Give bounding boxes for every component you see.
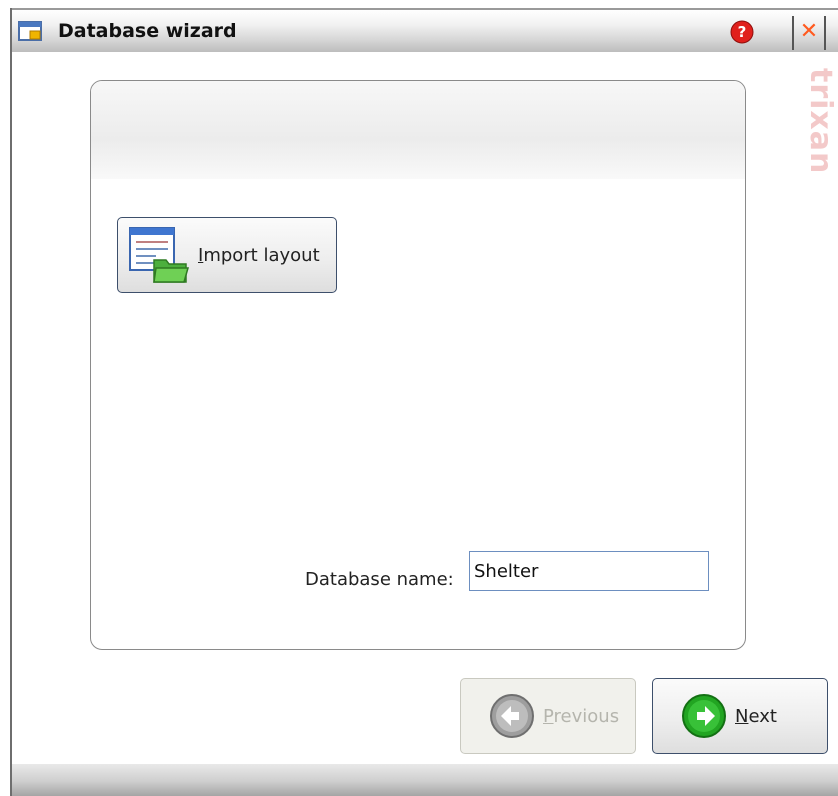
- title-separator: [824, 16, 826, 50]
- help-icon[interactable]: ?: [730, 20, 754, 44]
- database-name-label: Database name:: [305, 569, 454, 590]
- back-arrow-icon: [490, 694, 534, 738]
- previous-label: Previous: [543, 705, 620, 727]
- status-bar: [12, 764, 838, 796]
- database-name-input[interactable]: [469, 551, 709, 591]
- svg-text:?: ?: [738, 23, 747, 41]
- watermark-text: trixan: [803, 68, 838, 175]
- title-bar[interactable]: Database wizard ? ✕: [12, 8, 838, 52]
- next-label: Next: [735, 705, 777, 727]
- import-layout-icon: [129, 227, 189, 283]
- next-button[interactable]: Next: [652, 678, 828, 754]
- window-title: Database wizard: [58, 20, 237, 42]
- wizard-panel: Import layout Database name:: [90, 80, 746, 650]
- panel-header: [91, 81, 745, 179]
- forward-arrow-icon: [682, 694, 726, 738]
- database-window-icon: [18, 21, 42, 41]
- database-wizard-window: Database wizard ? ✕ trixan Import layout: [10, 8, 838, 796]
- previous-button[interactable]: Previous: [460, 678, 636, 754]
- title-separator: [792, 16, 794, 50]
- close-icon[interactable]: ✕: [798, 19, 820, 44]
- import-layout-button[interactable]: Import layout: [117, 217, 337, 293]
- import-layout-label: Import layout: [198, 244, 320, 266]
